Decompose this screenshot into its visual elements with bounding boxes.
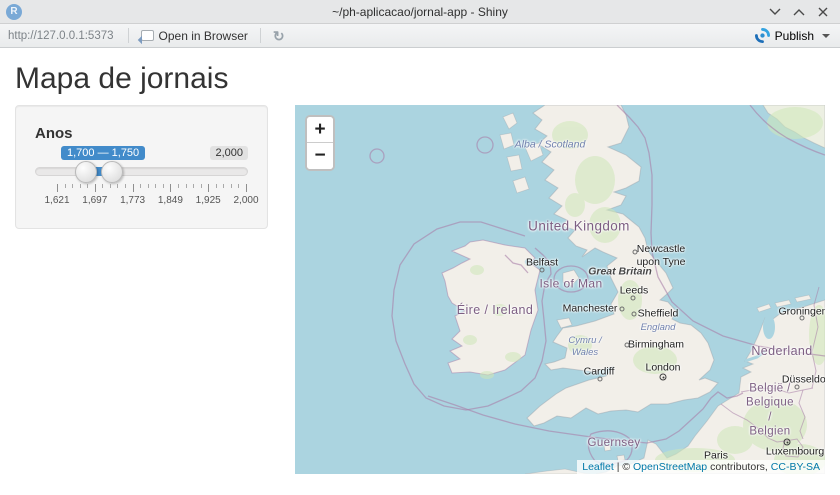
close-icon[interactable]	[816, 5, 830, 19]
grid-tick-minor	[223, 184, 224, 188]
publish-label: Publish	[775, 29, 814, 43]
window-title: ~/ph-aplicacao/jornal-app - Shiny	[0, 5, 840, 19]
grid-tick-minor	[117, 184, 118, 188]
grid-tick-minor	[238, 184, 239, 188]
page-title: Mapa de jornais	[15, 62, 840, 96]
grid-tick-minor	[110, 184, 111, 188]
grid-tick-minor	[155, 184, 156, 188]
open-in-browser-button[interactable]: Open in Browser	[133, 24, 256, 47]
slider-grid-labels: 1,621 1,697 1,773 1,849 1,925 2,000	[57, 195, 246, 207]
zoom-out-button[interactable]: −	[307, 143, 333, 169]
city-marker-groningen	[800, 316, 805, 321]
slider-range-value: 1,700 — 1,750	[61, 146, 145, 160]
leaflet-map[interactable]: + − Alba / Scotland United Kingdom Great…	[295, 105, 825, 474]
copyright-symbol: ©	[622, 461, 630, 473]
grid-label: 1,621	[44, 195, 69, 206]
grid-tick-minor	[65, 184, 66, 188]
year-range-slider[interactable]: 1,700 — 1,750 2,000 1,621 1,697 1,773 1,…	[35, 146, 248, 224]
slider-handle-from[interactable]	[75, 161, 97, 183]
sidebar-panel: Anos 1,700 — 1,750 2,000 1,621 1,697 1,7…	[15, 105, 268, 229]
grid-label: 1,773	[120, 195, 145, 206]
map-attribution: Leaflet | © OpenStreetMap contributors, …	[577, 460, 825, 474]
maximize-icon[interactable]	[792, 5, 806, 19]
grid-tick-minor	[231, 184, 232, 188]
slider-label: Anos	[35, 125, 248, 142]
grid-tick-minor	[102, 184, 103, 188]
grid-tick-minor	[72, 184, 73, 188]
publish-caret-icon	[822, 34, 830, 38]
city-marker-manchester	[620, 307, 625, 312]
grid-tick-minor	[201, 184, 202, 188]
minimize-icon[interactable]	[768, 5, 782, 19]
city-marker-leeds	[631, 296, 636, 301]
grid-tick-major	[246, 184, 247, 192]
contributors-text: contributors,	[710, 461, 768, 473]
leaflet-link[interactable]: Leaflet	[582, 461, 614, 473]
grid-tick-minor	[125, 184, 126, 188]
grid-label: 1,925	[196, 195, 221, 206]
grid-tick-minor	[163, 184, 164, 188]
grid-tick-minor	[216, 184, 217, 188]
zoom-in-button[interactable]: +	[307, 117, 333, 143]
grid-tick-minor	[186, 184, 187, 188]
grid-label: 2,000	[233, 195, 258, 206]
grid-tick-major	[133, 184, 134, 192]
app-url: http://127.0.0.1:5373	[0, 30, 124, 42]
open-in-browser-label: Open in Browser	[159, 29, 248, 43]
refresh-button[interactable]: ↻	[265, 24, 293, 47]
grid-tick-major	[57, 184, 58, 192]
city-marker-dusseldorf	[795, 385, 800, 390]
open-in-browser-icon	[141, 30, 154, 41]
grid-tick-major	[170, 184, 171, 192]
grid-label: 1,697	[82, 195, 107, 206]
grid-label: 1,849	[158, 195, 183, 206]
attribution-separator: |	[617, 461, 620, 473]
slider-max-value: 2,000	[210, 146, 248, 160]
city-marker-birmingham	[625, 343, 630, 348]
grid-tick-minor	[178, 184, 179, 188]
grid-tick-minor	[80, 184, 81, 188]
grid-tick-minor	[193, 184, 194, 188]
refresh-icon: ↻	[273, 29, 285, 43]
osm-link[interactable]: OpenStreetMap	[633, 461, 707, 473]
slider-handle-to[interactable]	[101, 161, 123, 183]
slider-grid	[57, 184, 246, 192]
publish-icon	[755, 28, 770, 43]
capital-marker-london	[660, 374, 667, 381]
city-marker-sheffield	[632, 312, 637, 317]
map-tiles	[295, 105, 825, 474]
toolbar-divider	[260, 28, 261, 43]
slider-track[interactable]	[35, 167, 248, 176]
viewer-toolbar: http://127.0.0.1:5373 Open in Browser ↻ …	[0, 24, 840, 48]
city-marker-cardiff	[598, 377, 603, 382]
city-marker-newcastle	[633, 250, 638, 255]
window-titlebar: R ~/ph-aplicacao/jornal-app - Shiny	[0, 0, 840, 24]
grid-tick-major	[208, 184, 209, 192]
grid-tick-minor	[87, 184, 88, 188]
city-marker-belfast	[540, 268, 545, 273]
map-zoom-control: + −	[305, 115, 335, 171]
license-link[interactable]: CC-BY-SA	[771, 461, 820, 473]
grid-tick-minor	[148, 184, 149, 188]
grid-tick-major	[95, 184, 96, 192]
grid-tick-minor	[140, 184, 141, 188]
publish-button[interactable]: Publish	[755, 28, 840, 43]
capital-marker-luxembourg	[784, 439, 791, 446]
toolbar-divider	[128, 28, 129, 43]
